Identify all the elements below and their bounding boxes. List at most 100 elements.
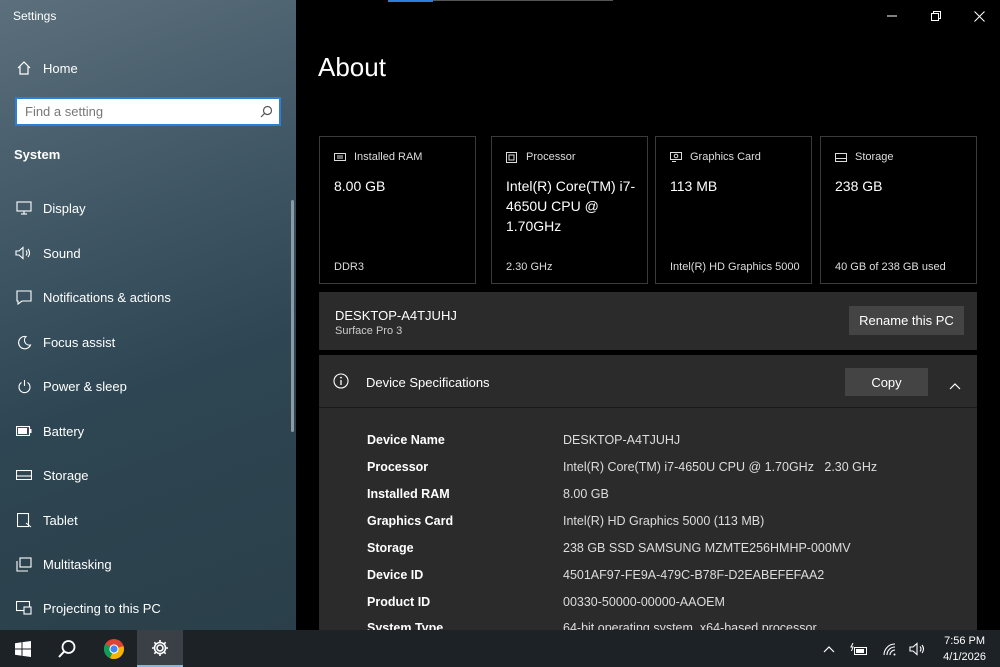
moon-icon [13,335,35,350]
sidebar-item-multitasking[interactable]: Multitasking [0,542,296,586]
graphics-card-icon [670,152,683,162]
sidebar-item-display[interactable]: Display [0,186,296,230]
card-label: Installed RAM [354,151,423,163]
spec-key: Storage [367,541,414,555]
sidebar-item-label: Multitasking [43,556,112,572]
spec-row: Device Name DESKTOP-A4TJUHJ [367,433,967,453]
sidebar-item-label: Projecting to this PC [43,600,161,616]
card-subtext: 40 GB of 238 GB used [835,261,946,273]
search-input[interactable] [17,104,253,119]
sidebar-item-label: Power & sleep [43,378,127,394]
spec-row: Processor Intel(R) Core(TM) i7-4650U CPU… [367,460,967,480]
tablet-icon [13,512,35,528]
sidebar-item-label: Storage [43,467,89,483]
spec-value: 64-bit operating system, x64-based proce… [563,621,817,630]
spec-value: Intel(R) Core(TM) i7-4650U CPU @ 1.70GHz… [563,460,878,474]
sidebar-item-notifications[interactable]: Notifications & actions [0,275,296,319]
spec-value: Intel(R) HD Graphics 5000 (113 MB) [563,514,765,528]
spec-key: Processor [367,460,429,474]
start-button[interactable] [0,630,46,667]
search-icon[interactable] [253,105,279,118]
network-tray-button[interactable] [878,630,902,667]
sidebar-item-home[interactable]: Home [0,46,296,90]
device-name-bar: DESKTOP-A4TJUHJ Surface Pro 3 Rename thi… [319,292,977,350]
spec-value: 00330-50000-00000-AAOEM [563,595,725,609]
card-processor: Processor Intel(R) Core(TM) i7-4650U CPU… [491,136,648,284]
search-icon [58,639,76,658]
card-storage: Storage 238 GB 40 GB of 238 GB used [820,136,977,284]
sidebar-item-sound[interactable]: Sound [0,231,296,275]
spec-key: Device ID [367,568,424,582]
chrome-icon [103,638,124,659]
chevron-up-icon[interactable] [949,377,961,395]
spec-key: Device Name [367,433,445,447]
sidebar-item-label: Sound [43,245,81,261]
rename-pc-button[interactable]: Rename this PC [849,306,964,335]
windows-start-icon [15,640,31,657]
specs-title: Device Specifications [366,375,490,390]
clock-date: 4/1/2026 [943,651,986,663]
minimize-icon [887,15,897,17]
spec-key: Graphics Card [367,514,454,528]
sidebar-item-tablet[interactable]: Tablet [0,498,296,542]
title-bar-accent [388,0,433,2]
sidebar-item-power-sleep[interactable]: Power & sleep [0,364,296,408]
volume-tray-button[interactable] [906,630,930,667]
settings-gear-icon [152,639,168,656]
sidebar-item-label: Notifications & actions [43,289,171,305]
taskbar-search-button[interactable] [44,630,90,667]
device-model: Surface Pro 3 [335,325,403,337]
card-value: 113 MB [670,178,718,194]
copy-button[interactable]: Copy [845,368,928,396]
page-title: About [318,52,386,82]
taskbar: 7:56 PM 4/1/2026 [0,630,1000,667]
show-hidden-icons-button[interactable] [818,630,840,667]
spec-key: System Type [367,621,444,630]
sidebar-item-label: Battery [43,423,85,439]
sidebar-scrollbar[interactable] [291,200,294,432]
sidebar: Settings Home System Display Sound Notif… [0,0,296,630]
sidebar-item-battery[interactable]: Battery [0,409,296,453]
spec-value: 8.00 GB [563,487,609,501]
battery-tray-button[interactable] [846,630,872,667]
battery-charging-icon [850,642,867,655]
maximize-button[interactable] [914,0,958,32]
info-icon [333,373,349,394]
spec-row: System Type 64-bit operating system, x64… [367,621,967,630]
sidebar-item-storage[interactable]: Storage [0,453,296,497]
display-icon [13,201,35,215]
volume-icon [909,641,925,656]
taskbar-clock[interactable]: 7:56 PM 4/1/2026 [943,633,986,665]
spec-key: Product ID [367,595,431,609]
card-subtext: 2.30 GHz [506,261,553,273]
spec-value: 238 GB SSD SAMSUNG MZMTE256HMHP-000MV [563,541,851,555]
spec-value: 4501AF97-FE9A-479C-B78F-D2EABEFEFAA2 [563,568,825,582]
search-box[interactable] [15,97,281,126]
sidebar-item-label: Focus assist [43,334,116,350]
minimize-button[interactable] [870,0,914,32]
close-button[interactable] [957,0,1000,32]
sidebar-item-focus-assist[interactable]: Focus assist [0,320,296,364]
card-label: Storage [855,151,894,163]
spec-value: DESKTOP-A4TJUHJ [563,433,681,447]
spec-row: Graphics Card Intel(R) HD Graphics 5000 … [367,514,967,534]
processor-icon [506,151,519,163]
specs-header[interactable]: Device Specifications Copy [319,355,977,408]
multitasking-icon [13,556,35,572]
chrome-taskbar-button[interactable] [91,630,137,667]
card-label: Processor [526,151,576,163]
card-subtext: Intel(R) HD Graphics 5000 [670,261,800,273]
card-installed-ram: Installed RAM 8.00 GB DDR3 [319,136,476,284]
app-title: Settings [13,9,57,23]
sidebar-item-label: Home [43,60,78,76]
settings-taskbar-button[interactable] [137,630,183,667]
notifications-icon [13,289,35,305]
sound-icon [13,246,35,260]
home-icon [13,60,35,76]
card-subtext: DDR3 [334,261,364,273]
close-icon [973,10,985,22]
power-icon [13,379,35,394]
device-specifications-panel: Device Specifications Copy Device Name D… [319,355,977,630]
spec-row: Device ID 4501AF97-FE9A-479C-B78F-D2EABE… [367,568,967,588]
sidebar-item-projecting[interactable]: Projecting to this PC [0,586,296,630]
